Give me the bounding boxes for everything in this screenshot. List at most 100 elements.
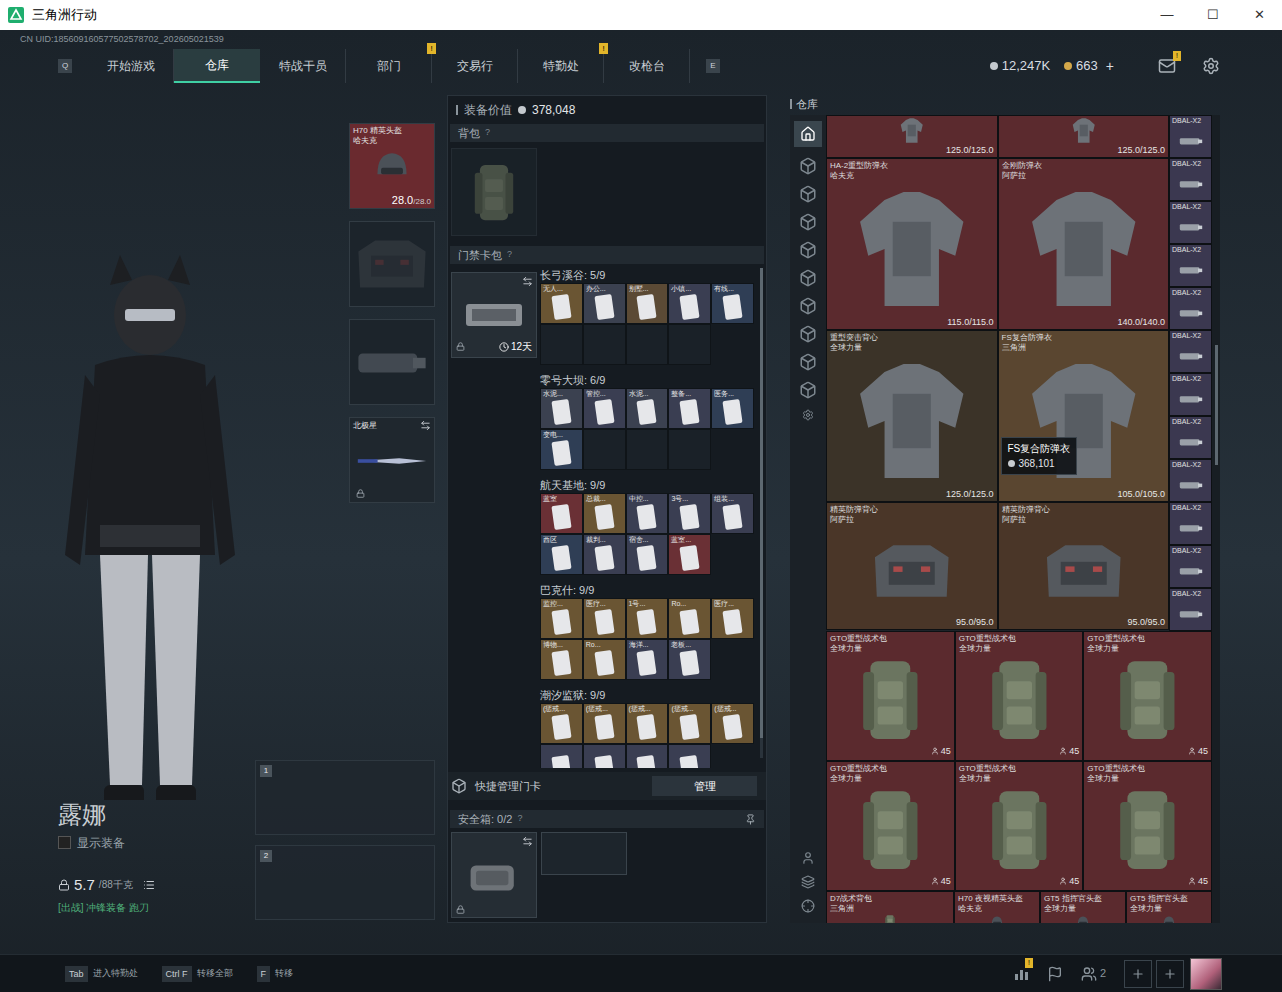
backpack-slot[interactable] xyxy=(451,148,537,236)
keycard[interactable]: 博物... xyxy=(540,639,583,680)
keycard[interactable]: 海洋... xyxy=(626,639,669,680)
swap-icon[interactable] xyxy=(420,420,431,431)
nav-tab[interactable]: 开始游戏 xyxy=(88,49,174,83)
keycard[interactable]: 蓝室... xyxy=(668,534,711,575)
keycard[interactable]: 医务... xyxy=(711,388,754,429)
weapon-slot[interactable]: 1 xyxy=(255,760,435,835)
keycard[interactable]: Ro... xyxy=(668,598,711,639)
keycard[interactable]: 总裁... xyxy=(583,493,626,534)
warehouse-item[interactable]: FS复合防弹衣三角洲105.0/105.0FS复合防弹衣368,101 xyxy=(998,330,1170,502)
keycard[interactable]: 水泥... xyxy=(540,388,583,429)
warehouse-item[interactable]: DBAL-X2 xyxy=(1169,115,1212,158)
keycard[interactable]: 小镇... xyxy=(668,283,711,324)
nav-tab[interactable]: 特战干员 xyxy=(260,49,346,83)
keycard[interactable]: 有线... xyxy=(711,283,754,324)
currency[interactable]: 12,247K xyxy=(990,56,1050,76)
keycard[interactable]: 别墅... xyxy=(626,283,669,324)
warehouse-item[interactable]: DBAL-X2 xyxy=(1169,588,1212,631)
window-control[interactable]: — xyxy=(1144,0,1190,30)
nav-key[interactable]: E xyxy=(706,59,720,73)
friends-button[interactable]: 2 xyxy=(1081,965,1106,982)
stats-icon[interactable] xyxy=(1013,966,1029,982)
storage-tab-icon[interactable] xyxy=(799,325,817,343)
player-avatar[interactable] xyxy=(1190,958,1222,990)
warehouse-item[interactable]: DBAL-X2 xyxy=(1169,545,1212,588)
list-icon[interactable] xyxy=(143,879,155,891)
currency[interactable]: 663+ xyxy=(1064,56,1114,77)
warehouse-item[interactable]: GT5 指挥官头盔全球力量 xyxy=(1040,891,1126,923)
nav-tab[interactable]: 改枪台 xyxy=(604,49,690,83)
warehouse-item[interactable]: 精英防弹背心阿萨拉95.0/95.0 xyxy=(826,502,998,630)
swap-icon[interactable] xyxy=(522,836,533,847)
key-hint[interactable]: F转移 xyxy=(257,966,294,982)
warehouse-item[interactable]: HA-2重型防弹衣哈夫克115.0/115.0 xyxy=(826,158,998,330)
keycard[interactable]: 变电... xyxy=(540,429,583,470)
nav-tab[interactable]: 交易行 xyxy=(432,49,518,83)
helmet-slot[interactable]: H70 精英头盔哈夫克28.0/28.0 xyxy=(349,123,435,209)
weapon-slot[interactable]: 2 xyxy=(255,845,435,920)
keycard-pack-slot[interactable]: 12天 xyxy=(451,272,537,358)
nav-tab[interactable]: 特勤处! xyxy=(518,49,604,83)
gear-icon[interactable] xyxy=(1202,57,1220,75)
add-currency-button[interactable]: + xyxy=(1106,56,1114,77)
storage-tab-icon[interactable] xyxy=(799,213,817,231)
warehouse-item[interactable]: GTO重型战术包全球力量45 xyxy=(1083,761,1212,891)
warehouse-item[interactable]: 精英防弹背心阿萨拉95.0/95.0 xyxy=(998,502,1170,630)
storage-tab-icon[interactable] xyxy=(799,297,817,315)
manage-button[interactable]: 管理 xyxy=(652,776,757,796)
warehouse-item[interactable]: DBAL-X2 xyxy=(1169,287,1212,330)
keycard[interactable] xyxy=(540,744,583,768)
keycard[interactable]: 老板... xyxy=(668,639,711,680)
keycard[interactable]: 中控... xyxy=(626,493,669,534)
nav-tab[interactable]: 部门! xyxy=(346,49,432,83)
keycard[interactable]: 医疗... xyxy=(711,598,754,639)
keycard[interactable]: 裁判... xyxy=(583,534,626,575)
window-control[interactable]: ☐ xyxy=(1190,0,1236,30)
keycard[interactable]: 水泥... xyxy=(626,388,669,429)
keycard[interactable]: 蓝室 xyxy=(540,493,583,534)
warehouse-item[interactable]: 125.0/125.0 xyxy=(998,115,1170,158)
sort-icon[interactable] xyxy=(801,899,815,913)
warehouse-item[interactable]: D7战术背包三角洲 xyxy=(826,891,954,923)
keycard[interactable]: 3号... xyxy=(668,493,711,534)
keycard[interactable] xyxy=(583,744,626,768)
storage-tab-icon[interactable] xyxy=(799,241,817,259)
keycard[interactable]: 无人... xyxy=(540,283,583,324)
help-icon[interactable]: ? xyxy=(507,248,512,262)
armor-slot[interactable] xyxy=(349,221,435,307)
warehouse-item[interactable]: GT5 指挥官头盔全球力量 xyxy=(1126,891,1212,923)
keycard[interactable] xyxy=(668,744,711,768)
keycard[interactable]: 办公... xyxy=(583,283,626,324)
invite-slot[interactable] xyxy=(1156,960,1184,988)
invite-slot[interactable] xyxy=(1124,960,1152,988)
warehouse-item[interactable]: DBAL-X2 xyxy=(1169,459,1212,502)
warehouse-item[interactable]: GTO重型战术包全球力量45 xyxy=(955,631,1084,761)
key-hint[interactable]: Ctrl F转移全部 xyxy=(162,966,233,982)
warehouse-item[interactable]: DBAL-X2 xyxy=(1169,158,1212,201)
storage-tab-icon[interactable] xyxy=(799,381,817,399)
warehouse-item[interactable]: 金刚防弹衣阿萨拉140.0/140.0 xyxy=(998,158,1170,330)
keycard[interactable]: 组装... xyxy=(711,493,754,534)
keycard[interactable]: 整备... xyxy=(668,388,711,429)
keycard[interactable]: 西区 xyxy=(540,534,583,575)
keycard[interactable]: 监控... xyxy=(540,598,583,639)
storage-tab-icon[interactable] xyxy=(799,185,817,203)
warehouse-item[interactable]: DBAL-X2 xyxy=(1169,244,1212,287)
safe-box-slot[interactable] xyxy=(451,832,537,918)
help-icon[interactable]: ? xyxy=(485,126,490,140)
melee-slot[interactable]: 北极星 xyxy=(349,417,435,503)
window-control[interactable]: ✕ xyxy=(1236,0,1282,30)
pin-icon[interactable] xyxy=(745,814,756,825)
keycard[interactable] xyxy=(626,744,669,768)
keycard[interactable]: (惩戒... xyxy=(583,703,626,744)
warehouse-item[interactable]: GTO重型战术包全球力量45 xyxy=(826,761,955,891)
warehouse-item[interactable]: 125.0/125.0 xyxy=(826,115,998,158)
keycard[interactable]: Ro... xyxy=(583,639,626,680)
storage-tab-icon[interactable] xyxy=(799,157,817,175)
warehouse-item[interactable]: DBAL-X2 xyxy=(1169,416,1212,459)
user-icon[interactable] xyxy=(801,851,815,865)
warehouse-item[interactable]: DBAL-X2 xyxy=(1169,330,1212,373)
warehouse-item[interactable]: H70 夜视精英头盔哈夫克 xyxy=(954,891,1040,923)
warehouse-item[interactable]: DBAL-X2 xyxy=(1169,201,1212,244)
warehouse-item[interactable]: DBAL-X2 xyxy=(1169,502,1212,545)
